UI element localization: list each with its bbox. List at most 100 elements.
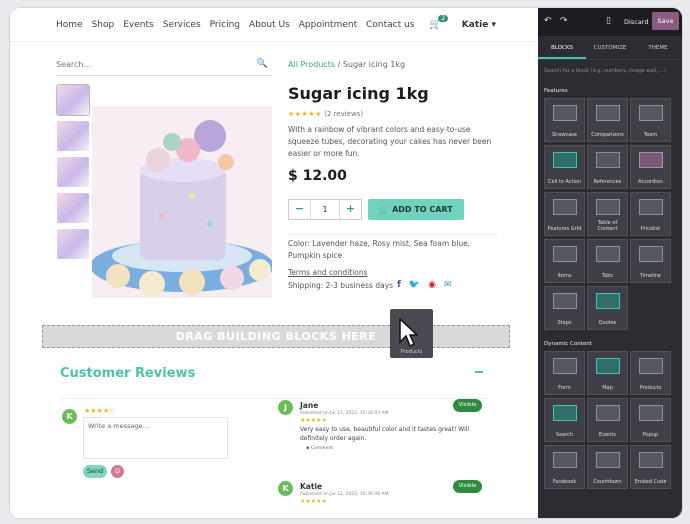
nav-contact-us[interactable]: Contact us xyxy=(366,20,414,30)
block-label: Items xyxy=(557,273,572,279)
block-pricelist[interactable]: Pricelist xyxy=(630,192,671,236)
block-team[interactable]: Team xyxy=(630,98,671,142)
product-rating: ★★★★★ (2 reviews) xyxy=(288,110,363,118)
breadcrumb-all-products[interactable]: All Products xyxy=(288,60,335,69)
block-references[interactable]: References xyxy=(587,145,628,189)
tab-blocks[interactable]: BLOCKS xyxy=(538,42,586,59)
block-label: Table of Content xyxy=(597,220,618,232)
block-facebook[interactable]: Facebook xyxy=(544,445,585,489)
features-blocks: Showcase Comparisons Team Call to Action… xyxy=(544,98,671,330)
drop-zone[interactable]: DRAG BUILDING BLOCKS HERE xyxy=(42,325,510,348)
block-label: Steps xyxy=(557,320,572,326)
block-timeline[interactable]: Timeline xyxy=(630,239,671,283)
thumbnail-2[interactable] xyxy=(57,121,89,151)
nav-shop[interactable]: Shop xyxy=(92,20,115,30)
block-items[interactable]: Items xyxy=(544,239,585,283)
review-text: Very easy to use, beautiful color and it… xyxy=(300,426,470,442)
search-icon[interactable]: 🔍 xyxy=(257,59,268,69)
mobile-preview-icon[interactable]: ▯ xyxy=(606,16,611,26)
review-count[interactable]: (2 reviews) xyxy=(324,110,363,118)
thumbnail-1[interactable] xyxy=(56,84,90,116)
thumbnail-5[interactable] xyxy=(57,229,89,259)
visible-badge[interactable]: Visible xyxy=(453,399,482,412)
facebook-icon[interactable]: f xyxy=(397,280,401,290)
block-label: Map xyxy=(602,385,613,391)
pinterest-icon[interactable]: ◉ xyxy=(428,280,436,290)
thumbnail-4[interactable] xyxy=(57,193,89,223)
block-label: Call to Action xyxy=(547,179,582,185)
block-label: Comparisons xyxy=(591,132,624,138)
block-label: Showcase xyxy=(552,132,577,138)
emoji-icon[interactable]: ☺ xyxy=(111,465,124,478)
block-label: Accordion xyxy=(638,179,663,185)
redo-icon[interactable]: ↷ xyxy=(560,16,568,26)
block-label: Popup xyxy=(642,432,659,438)
product-price: $ 12.00 xyxy=(288,168,347,184)
discard-button[interactable]: Discard xyxy=(624,18,648,26)
nav-services[interactable]: Services xyxy=(163,20,201,30)
block-label: Search xyxy=(555,432,574,438)
block-thumbnail xyxy=(639,246,663,262)
save-button[interactable]: Save xyxy=(652,12,679,30)
collapse-icon[interactable] xyxy=(475,371,483,373)
block-tabs[interactable]: Tabs xyxy=(587,239,628,283)
block-steps[interactable]: Steps xyxy=(544,286,585,330)
rating-input-stars[interactable]: ★★★★☆ xyxy=(84,407,115,415)
block-thumbnail xyxy=(639,452,663,468)
block-events[interactable]: Events xyxy=(587,398,628,442)
undo-icon[interactable]: ↶ xyxy=(544,16,552,26)
block-accordion[interactable]: Accordion xyxy=(630,145,671,189)
terms-link[interactable]: Terms and conditions xyxy=(288,268,368,277)
block-popup[interactable]: Popup xyxy=(630,398,671,442)
search-input[interactable]: Search... 🔍 xyxy=(56,58,272,76)
user-menu[interactable]: Katie ▾ xyxy=(462,20,496,30)
app-frame: Home Shop Events Services Pricing About … xyxy=(10,8,682,518)
block-products[interactable]: Products xyxy=(630,351,671,395)
nav-home[interactable]: Home xyxy=(56,20,83,30)
block-search-input[interactable]: Search for a block (e.g. numbers, image … xyxy=(544,68,666,74)
reviews-divider xyxy=(60,398,488,399)
message-input[interactable]: Write a message... xyxy=(83,417,228,459)
block-showcase[interactable]: Showcase xyxy=(544,98,585,142)
twitter-icon[interactable]: 🐦 xyxy=(409,280,420,290)
block-thumbnail xyxy=(639,405,663,421)
block-table-of-content[interactable]: Table of Content xyxy=(587,192,628,236)
block-embed-code[interactable]: Embed Code xyxy=(630,445,671,489)
block-thumbnail xyxy=(553,105,577,121)
chevron-down-icon: ▾ xyxy=(491,20,496,30)
send-button[interactable]: Send xyxy=(83,465,107,478)
block-comparisons[interactable]: Comparisons xyxy=(587,98,628,142)
nav-pricing[interactable]: Pricing xyxy=(210,20,240,30)
cart-button[interactable]: 🛒 2 xyxy=(429,15,449,30)
block-features-grid[interactable]: Features Grid xyxy=(544,192,585,236)
add-to-cart-button[interactable]: 🛒 ADD TO CART xyxy=(368,199,464,220)
quantity-decrease-button[interactable]: − xyxy=(289,200,310,219)
tab-theme[interactable]: THEME xyxy=(634,42,682,59)
block-thumbnail xyxy=(639,152,663,168)
message-placeholder: Write a message... xyxy=(88,422,149,430)
comment-link[interactable]: ◆ Comment xyxy=(306,446,333,451)
tab-customize[interactable]: CUSTOMIZE xyxy=(586,42,634,59)
block-search[interactable]: Search xyxy=(544,398,585,442)
share-links: f 🐦 ◉ ✉ xyxy=(397,280,452,290)
product-thumbnails xyxy=(56,84,90,265)
block-call-to-action[interactable]: Call to Action xyxy=(544,145,585,189)
shipping-info: Shipping: 2-3 business days xyxy=(288,281,394,290)
nav-appointment[interactable]: Appointment xyxy=(299,20,357,30)
block-map[interactable]: Map xyxy=(587,351,628,395)
email-icon[interactable]: ✉ xyxy=(444,280,452,290)
block-quotes[interactable]: Quotes xyxy=(587,286,628,330)
quantity-input[interactable]: 1 xyxy=(310,200,340,219)
block-label: Form xyxy=(558,385,571,391)
nav-events[interactable]: Events xyxy=(123,20,153,30)
cake-illustration xyxy=(92,106,272,298)
block-countdown[interactable]: Countdown xyxy=(587,445,628,489)
quantity-increase-button[interactable]: + xyxy=(340,200,361,219)
visible-badge[interactable]: Visible xyxy=(453,480,482,493)
block-form[interactable]: Form xyxy=(544,351,585,395)
block-label: References xyxy=(593,179,622,185)
product-colors: Color: Lavender haze, Rosy mist, Sea foa… xyxy=(288,234,498,262)
nav-about-us[interactable]: About Us xyxy=(249,20,290,30)
thumbnail-3[interactable] xyxy=(57,157,89,187)
website-preview: Home Shop Events Services Pricing About … xyxy=(10,8,538,518)
